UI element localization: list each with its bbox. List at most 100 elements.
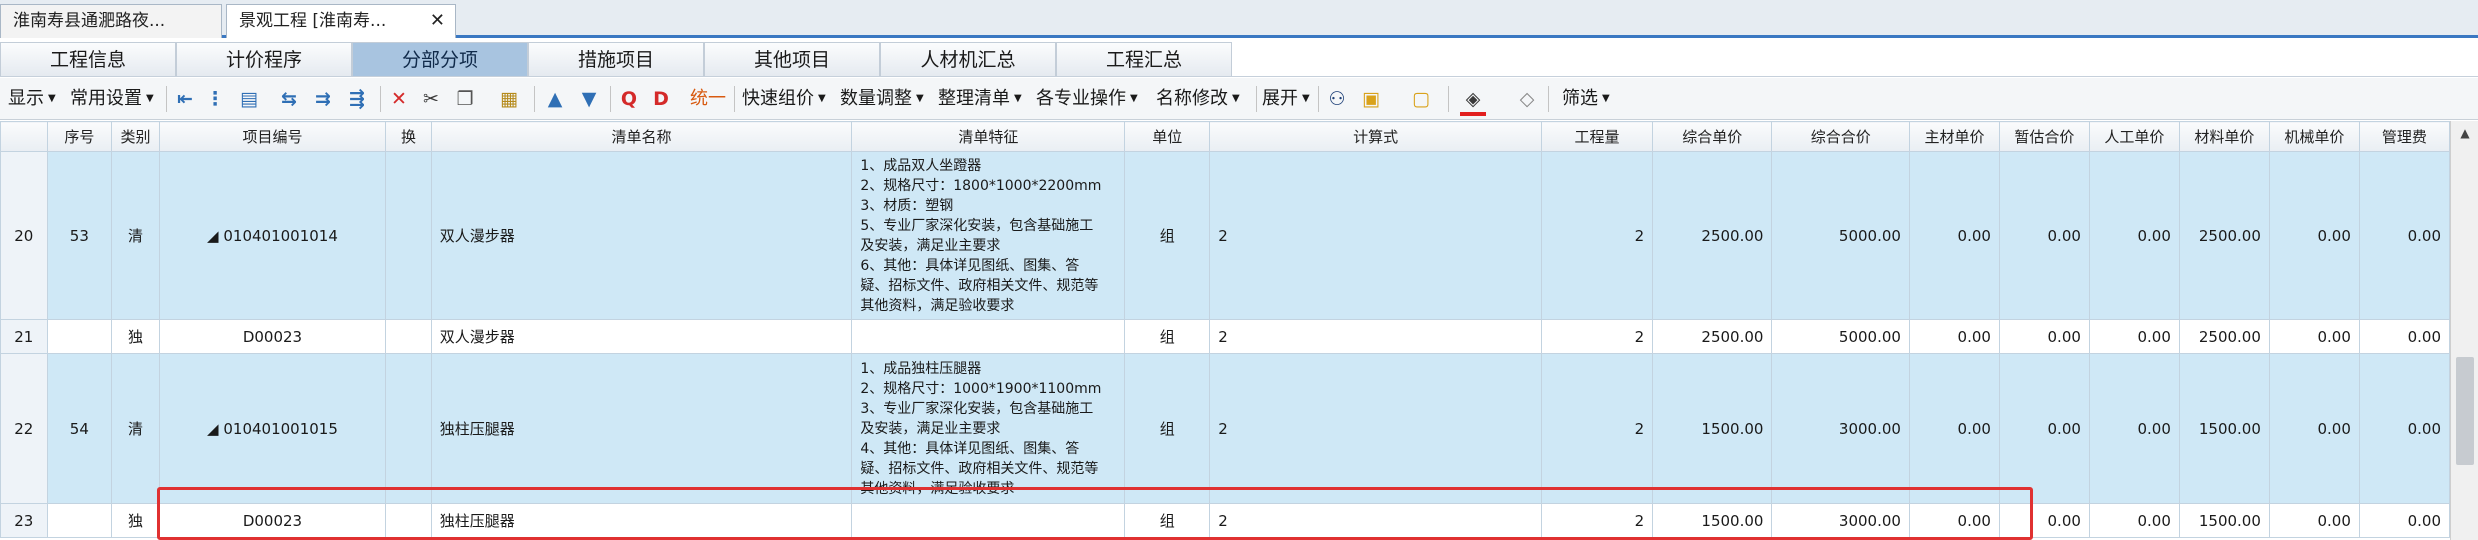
doc-tab-project[interactable]: 淮南寿县通淝路夜... [0, 4, 222, 38]
table-row[interactable]: 22 54 清 ◢ 010401001015 独柱压腿器 1、成品独柱压腿器 2… [0, 353, 2450, 504]
name-cell[interactable]: 双人漫步器 [430, 319, 853, 354]
unit-price-cell[interactable]: 2500.00 [1652, 319, 1773, 354]
col-management-fee[interactable]: 管理费 [2358, 121, 2450, 152]
merge-icon[interactable]: ⇶ [344, 86, 370, 112]
estimated-total-cell[interactable]: 0.00 [1998, 353, 2090, 504]
tab-project-info[interactable]: 工程信息 [0, 42, 176, 76]
qty-cell[interactable]: 2 [1540, 353, 1654, 504]
tab-project-summary[interactable]: 工程汇总 [1056, 42, 1232, 76]
col-labor-price[interactable]: 人工单价 [2088, 121, 2180, 152]
labor-cell[interactable]: 0.00 [2088, 151, 2180, 320]
labor-cell[interactable]: 0.00 [2088, 503, 2180, 538]
estimated-total-cell[interactable]: 0.00 [1998, 319, 2090, 354]
col-seq[interactable]: 序号 [46, 121, 113, 152]
col-item-name[interactable]: 清单名称 [430, 121, 853, 152]
total-cell[interactable]: 5000.00 [1771, 319, 1910, 354]
formula-cell[interactable]: 2 [1209, 151, 1542, 320]
labor-cell[interactable]: 0.00 [2088, 319, 2180, 354]
col-row-number[interactable] [0, 121, 48, 152]
total-cell[interactable]: 5000.00 [1771, 151, 1910, 320]
material-cell[interactable]: 2500.00 [2178, 151, 2270, 320]
filter-menu[interactable]: 筛选 ▼ [1562, 78, 1610, 120]
type-cell[interactable]: 清 [111, 151, 160, 320]
scroll-up-icon[interactable]: ▲ [2451, 121, 2478, 145]
name-cell[interactable]: 独柱压腿器 [430, 503, 853, 538]
qty-cell[interactable]: 2 [1540, 151, 1654, 320]
scroll-thumb[interactable] [2456, 357, 2474, 465]
q-find-icon[interactable]: Q [616, 86, 642, 112]
lock-icon[interactable]: ▣ [1358, 86, 1384, 112]
col-item-code[interactable]: 项目编号 [158, 121, 387, 152]
fill-color-icon[interactable]: ◈ [1460, 86, 1486, 116]
binoculars-icon[interactable]: ⚇ [1324, 86, 1350, 112]
tab-sub-items[interactable]: 分部分项 [352, 42, 528, 76]
management-fee-cell[interactable]: 0.00 [2358, 503, 2450, 538]
unit-price-cell[interactable]: 1500.00 [1652, 353, 1773, 504]
features-cell[interactable] [851, 319, 1126, 354]
organize-list-menu[interactable]: 整理清单 ▼ [938, 78, 1022, 120]
unit-cell[interactable]: 组 [1124, 151, 1211, 320]
management-fee-cell[interactable]: 0.00 [2358, 319, 2450, 354]
col-unit-price[interactable]: 综合单价 [1652, 121, 1773, 152]
swap-cell[interactable] [385, 319, 432, 354]
rename-menu[interactable]: 名称修改 ▼ [1156, 78, 1240, 120]
unit-cell[interactable]: 组 [1124, 319, 1211, 354]
move-up-icon[interactable]: ▲ [542, 86, 568, 112]
main-material-cell[interactable]: 0.00 [1908, 151, 2000, 320]
paste-special-icon[interactable]: ▦ [496, 86, 522, 112]
delete-icon[interactable]: ✕ [386, 86, 412, 112]
unit-cell[interactable]: 组 [1124, 353, 1211, 504]
copy-icon[interactable]: ❐ [452, 86, 478, 112]
seq-cell[interactable]: 53 [46, 151, 113, 320]
tab-other-items[interactable]: 其他项目 [704, 42, 880, 76]
unit-price-cell[interactable]: 1500.00 [1652, 503, 1773, 538]
name-cell[interactable]: 双人漫步器 [430, 151, 853, 320]
material-cell[interactable]: 1500.00 [2178, 503, 2270, 538]
tab-pricing-procedure[interactable]: 计价程序 [176, 42, 352, 76]
specialty-ops-menu[interactable]: 各专业操作 ▼ [1036, 78, 1138, 120]
quick-price-menu[interactable]: 快速组价 ▼ [742, 78, 826, 120]
formula-cell[interactable]: 2 [1209, 319, 1542, 354]
seq-cell[interactable]: 54 [46, 353, 113, 504]
swap-cell[interactable] [385, 151, 432, 320]
col-type[interactable]: 类别 [111, 121, 160, 152]
main-material-cell[interactable]: 0.00 [1908, 353, 2000, 504]
code-cell[interactable]: ◢ 010401001015 [158, 353, 387, 504]
expand-menu[interactable]: 展开 ▼ [1262, 78, 1310, 120]
formula-cell[interactable]: 2 [1209, 353, 1542, 504]
total-cell[interactable]: 3000.00 [1771, 503, 1910, 538]
col-formula[interactable]: 计算式 [1209, 121, 1542, 152]
table-row[interactable]: 23 独 D00023 独柱压腿器 组 2 2 1500.00 3000.00 … [0, 503, 2450, 538]
unlock-icon[interactable]: ▢ [1408, 86, 1434, 112]
d-icon[interactable]: D [648, 86, 674, 112]
management-fee-cell[interactable]: 0.00 [2358, 151, 2450, 320]
machine-cell[interactable]: 0.00 [2268, 151, 2360, 320]
seq-cell[interactable] [46, 503, 113, 538]
cut-icon[interactable]: ✂ [418, 86, 444, 112]
close-icon[interactable]: ✕ [430, 5, 445, 37]
vertical-scrollbar[interactable]: ▲ [2450, 121, 2478, 540]
machine-cell[interactable]: 0.00 [2268, 353, 2360, 504]
indent-right-icon[interactable]: ⇉ [310, 86, 336, 112]
table-row[interactable]: 20 53 清 ◢ 010401001014 双人漫步器 1、成品双人坐蹬器 2… [0, 151, 2450, 320]
labor-cell[interactable]: 0.00 [2088, 353, 2180, 504]
qty-cell[interactable]: 2 [1540, 503, 1654, 538]
formula-cell[interactable]: 2 [1209, 503, 1542, 538]
type-cell[interactable]: 独 [111, 319, 160, 354]
eraser-icon[interactable]: ◇ [1514, 86, 1540, 112]
management-fee-cell[interactable]: 0.00 [2358, 353, 2450, 504]
common-settings-menu[interactable]: 常用设置 ▼ [70, 78, 154, 120]
col-main-material-price[interactable]: 主材单价 [1908, 121, 2000, 152]
code-cell[interactable]: D00023 [158, 503, 387, 538]
estimated-total-cell[interactable]: 0.00 [1998, 503, 2090, 538]
col-total-price[interactable]: 综合合价 [1771, 121, 1910, 152]
table-row[interactable]: 21 独 D00023 双人漫步器 组 2 2 2500.00 5000.00 … [0, 319, 2450, 354]
main-material-cell[interactable]: 0.00 [1908, 319, 2000, 354]
doc-tab-landscape[interactable]: 景观工程 [淮南寿... ✕ [226, 4, 456, 38]
features-cell[interactable] [851, 503, 1126, 538]
display-menu[interactable]: 显示 ▼ [8, 78, 56, 120]
swap-cell[interactable] [385, 353, 432, 504]
main-material-cell[interactable]: 0.00 [1908, 503, 2000, 538]
col-quantity[interactable]: 工程量 [1540, 121, 1654, 152]
qty-cell[interactable]: 2 [1540, 319, 1654, 354]
